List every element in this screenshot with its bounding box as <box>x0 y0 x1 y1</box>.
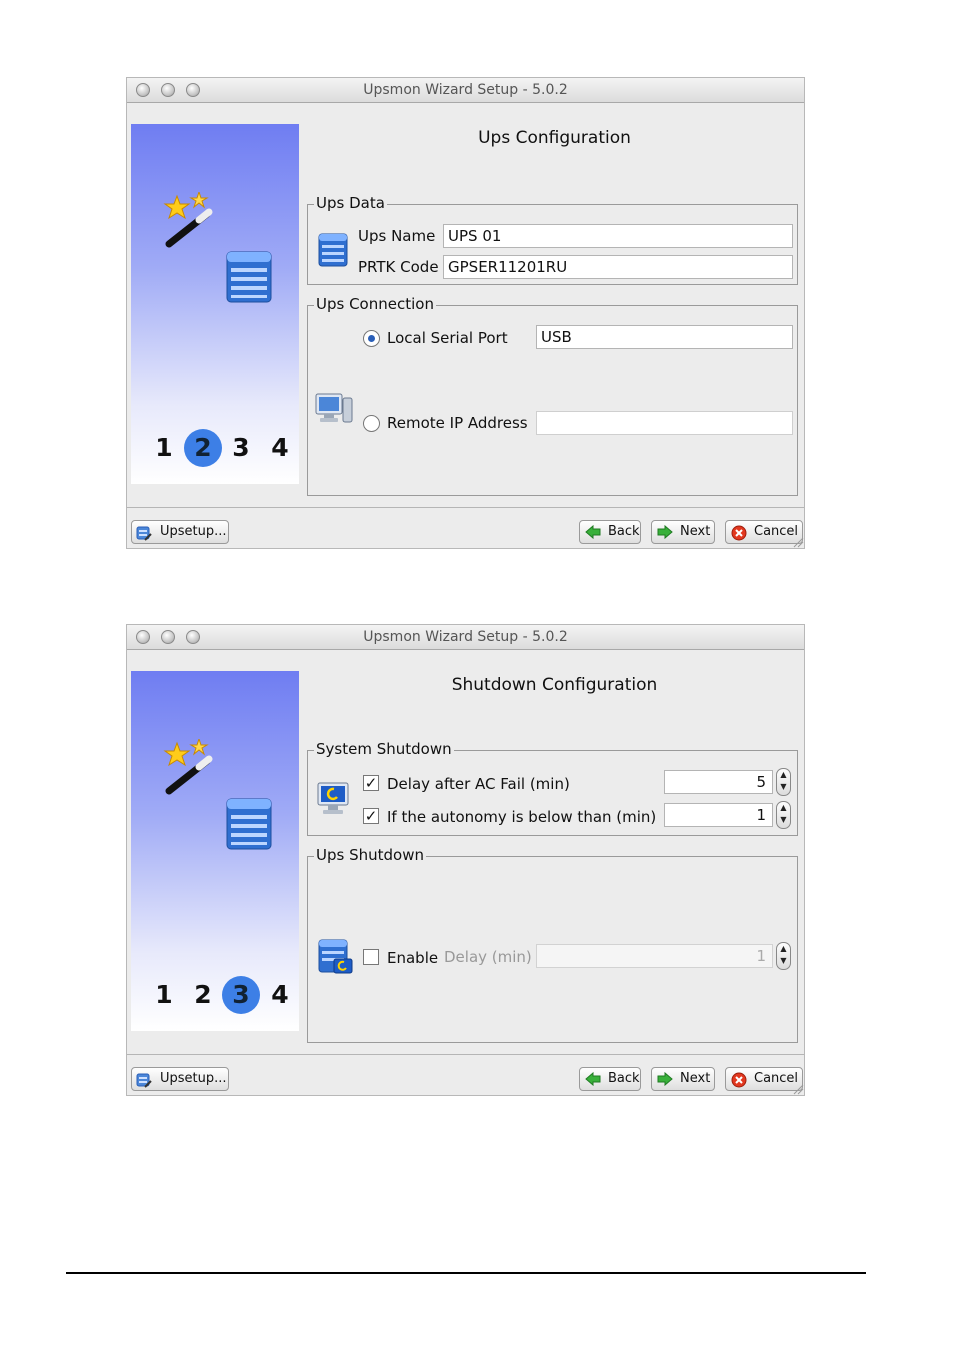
back-button-label: Back <box>608 524 640 539</box>
magic-wand-icon <box>163 192 213 248</box>
ups-shutdown-group: Ups Shutdown Enable Delay (min) 1 ▲ ▼ <box>307 846 798 1043</box>
cancel-icon <box>731 525 747 541</box>
title-bar[interactable]: Upsmon Wizard Setup - 5.0.2 <box>127 78 804 103</box>
autonomy-below-input[interactable]: 1 <box>664 803 773 827</box>
upsetup-icon <box>136 526 152 541</box>
remote-ip-address-radio[interactable] <box>363 415 380 432</box>
upsetup-button-label: Upsetup... <box>160 524 227 539</box>
enable-ups-shutdown-checkbox[interactable] <box>363 949 379 965</box>
next-arrow-icon <box>657 1072 673 1086</box>
ups-name-input[interactable]: UPS 01 <box>443 224 793 248</box>
next-button-label: Next <box>680 524 711 539</box>
wizard-side-panel: 1 2 3 4 <box>131 124 299 484</box>
button-bar-separator <box>127 507 804 508</box>
back-button[interactable]: Back <box>579 1067 641 1091</box>
button-bar-separator <box>127 1054 804 1055</box>
upsetup-icon <box>136 1073 152 1088</box>
computer-network-icon <box>315 393 353 423</box>
delay-after-ac-fail-label: Delay after AC Fail (min) <box>387 775 570 793</box>
stepper-up-icon[interactable]: ▲ <box>780 770 786 779</box>
ups-shutdown-delay-input[interactable]: 1 <box>536 944 773 968</box>
window-title: Upsmon Wizard Setup - 5.0.2 <box>363 629 568 645</box>
cancel-icon <box>731 1072 747 1088</box>
prtk-code-label: PRTK Code <box>358 258 439 276</box>
delay-after-ac-fail-input[interactable]: 5 <box>664 770 773 794</box>
system-shutdown-group: System Shutdown ✓ Delay after AC Fail (m… <box>307 740 798 836</box>
ups-shutdown-icon <box>318 939 353 974</box>
next-arrow-icon <box>657 525 673 539</box>
enable-label: Enable <box>387 949 439 967</box>
stepper-down-icon[interactable]: ▼ <box>780 815 786 824</box>
local-serial-port-input[interactable]: USB <box>536 325 793 349</box>
autonomy-below-label: If the autonomy is below than (min) <box>387 808 657 826</box>
local-serial-port-radio[interactable] <box>363 330 380 347</box>
ups-data-legend: Ups Data <box>314 194 387 212</box>
delay-after-ac-fail-checkbox[interactable]: ✓ <box>363 775 379 791</box>
next-button-label: Next <box>680 1071 711 1086</box>
remote-ip-address-label: Remote IP Address <box>387 414 528 432</box>
wizard-side-panel: 1 2 3 4 <box>131 671 299 1031</box>
resize-grip-icon[interactable] <box>792 536 804 548</box>
back-button[interactable]: Back <box>579 520 641 544</box>
ups-name-label: Ups Name <box>358 227 436 245</box>
back-arrow-icon <box>585 525 601 539</box>
wizard-window-ups-configuration: Upsmon Wizard Setup - 5.0.2 1 2 3 4 Ups … <box>126 77 805 549</box>
page-footer-rule <box>66 1272 866 1274</box>
upsetup-button[interactable]: Upsetup... <box>131 1067 229 1091</box>
stepper-up-icon[interactable]: ▲ <box>780 944 786 953</box>
checkmark-icon: ✓ <box>364 774 378 792</box>
remote-ip-address-input[interactable] <box>536 411 793 435</box>
back-arrow-icon <box>585 1072 601 1086</box>
next-button[interactable]: Next <box>651 520 715 544</box>
step-2-active: 2 <box>184 429 222 467</box>
back-button-label: Back <box>608 1071 640 1086</box>
shutdown-computer-icon <box>317 782 349 814</box>
autonomy-below-checkbox[interactable]: ✓ <box>363 808 379 824</box>
step-1: 1 <box>155 980 173 1009</box>
wizard-steps: 1 2 3 4 <box>143 429 293 469</box>
window-title: Upsmon Wizard Setup - 5.0.2 <box>363 82 568 98</box>
prtk-code-input[interactable]: GPSER11201RU <box>443 255 793 279</box>
stepper-down-icon[interactable]: ▼ <box>780 956 786 965</box>
step-3-active: 3 <box>222 976 260 1014</box>
ups-shutdown-delay-label: Delay (min) <box>444 948 532 966</box>
delay-after-ac-fail-stepper[interactable]: ▲ ▼ <box>776 768 791 796</box>
page-title: Ups Configuration <box>478 128 631 148</box>
checkmark-icon: ✓ <box>364 807 378 825</box>
ups-device-icon <box>318 233 348 267</box>
ups-connection-group: Ups Connection Local Serial Port USB Rem… <box>307 295 798 496</box>
step-1: 1 <box>155 433 173 462</box>
ups-connection-legend: Ups Connection <box>314 295 436 313</box>
autonomy-below-stepper[interactable]: ▲ ▼ <box>776 801 791 829</box>
resize-grip-icon[interactable] <box>792 1083 804 1095</box>
page-title: Shutdown Configuration <box>451 675 658 695</box>
step-3: 3 <box>232 433 250 462</box>
magic-wand-icon <box>163 739 213 795</box>
step-4: 4 <box>271 980 289 1009</box>
next-button[interactable]: Next <box>651 1067 715 1091</box>
wizard-window-shutdown-configuration: Upsmon Wizard Setup - 5.0.2 1 2 3 4 Shut… <box>126 624 805 1096</box>
ups-data-group: Ups Data Ups Name UPS 01 PRTK Code GPSER… <box>307 194 798 285</box>
ups-shutdown-legend: Ups Shutdown <box>314 846 426 864</box>
wizard-steps: 1 2 3 4 <box>143 976 293 1016</box>
ups-server-icon <box>226 798 272 850</box>
ups-shutdown-delay-stepper[interactable]: ▲ ▼ <box>776 942 791 970</box>
step-2: 2 <box>194 980 212 1009</box>
local-serial-port-label: Local Serial Port <box>387 329 508 347</box>
step-4: 4 <box>271 433 289 462</box>
title-bar[interactable]: Upsmon Wizard Setup - 5.0.2 <box>127 625 804 650</box>
stepper-down-icon[interactable]: ▼ <box>780 782 786 791</box>
upsetup-button[interactable]: Upsetup... <box>131 520 229 544</box>
ups-server-icon <box>226 251 272 303</box>
system-shutdown-legend: System Shutdown <box>314 740 454 758</box>
stepper-up-icon[interactable]: ▲ <box>780 803 786 812</box>
upsetup-button-label: Upsetup... <box>160 1071 227 1086</box>
